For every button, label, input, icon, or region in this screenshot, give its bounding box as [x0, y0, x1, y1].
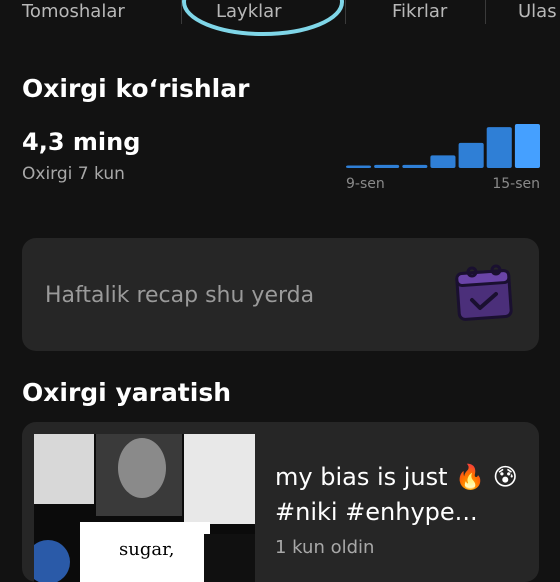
calendar-check-icon	[455, 264, 513, 321]
tab-divider	[181, 0, 182, 24]
thumbnail-caption: sugar,	[119, 539, 175, 560]
weekly-recap-text: Haftalik recap shu yerda	[45, 283, 315, 308]
tab-shares[interactable]: Ulas	[518, 0, 557, 24]
chart-bar	[486, 127, 512, 168]
tab-comments[interactable]: Fikrlar	[392, 0, 447, 24]
chart-bar	[374, 164, 400, 168]
tab-views[interactable]: Tomoshalar	[22, 0, 125, 24]
views-mini-chart[interactable]: 9-sen 15-sen	[346, 120, 540, 200]
tab-divider	[345, 0, 346, 24]
video-time: 1 kun oldin	[275, 537, 375, 558]
recent-creation-heading: Oxirgi yaratish	[22, 378, 232, 407]
tab-likes[interactable]: Layklar	[216, 0, 282, 24]
views-period: Oxirgi 7 kun	[22, 164, 125, 184]
chart-bar	[346, 165, 372, 168]
weekly-recap-card[interactable]: Haftalik recap shu yerda	[22, 238, 539, 351]
tab-bar: Tomoshalar Layklar Fikrlar Ulas	[0, 0, 560, 36]
chart-bar	[514, 124, 540, 168]
recent-views-heading: Oxirgi ko‘rishlar	[22, 74, 250, 103]
x-tick-label: 9-sen	[346, 176, 385, 192]
views-value: 4,3 ming	[22, 128, 141, 156]
recent-creation-card[interactable]: sugar, my bias is just 🔥 😰#niki #enhype.…	[22, 422, 539, 582]
tab-divider	[485, 0, 486, 24]
video-title: my bias is just 🔥 😰#niki #enhype...	[275, 463, 518, 526]
chart-bar	[430, 155, 456, 168]
chart-bar	[402, 164, 428, 168]
x-tick-label: 15-sen	[492, 176, 540, 192]
chart-bar	[458, 142, 484, 168]
